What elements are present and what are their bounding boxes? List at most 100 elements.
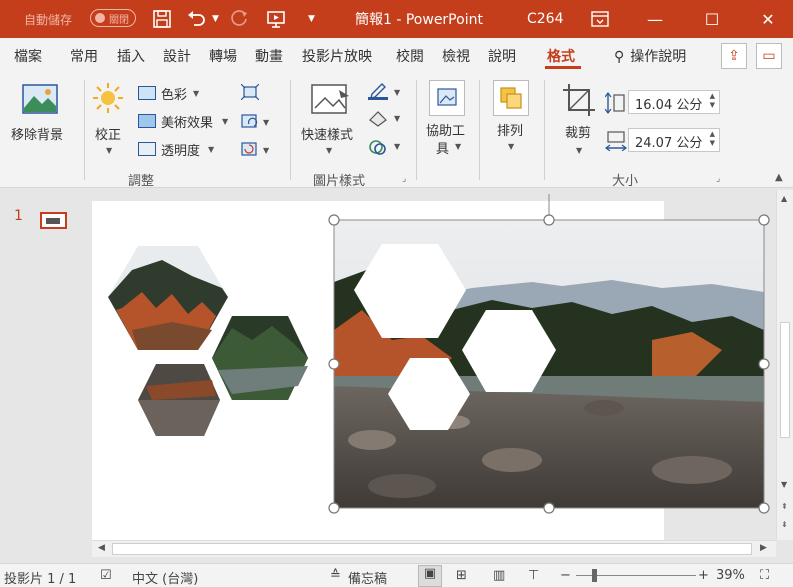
tab-design[interactable]: 設計 <box>163 46 191 66</box>
artistic-effects-button[interactable]: 美術效果 <box>161 112 213 131</box>
present-from-start-icon[interactable] <box>266 0 286 38</box>
width-value: 24.07 公分 <box>635 136 703 151</box>
transparency-icon[interactable] <box>138 142 156 156</box>
next-slide-icon[interactable]: ⇟ <box>781 520 788 529</box>
notes-button[interactable]: 備忘稿 <box>348 568 387 587</box>
vertical-scrollbar[interactable]: ▲ ▼ ⇞ ⇟ <box>776 190 793 540</box>
change-picture-icon[interactable] <box>241 114 259 133</box>
close-button[interactable]: ✕ <box>745 0 791 38</box>
height-input[interactable]: 16.04 公分 ▲ ▼ <box>628 90 720 114</box>
previous-slide-icon[interactable]: ⇞ <box>781 502 788 511</box>
zoom-slider-thumb[interactable] <box>592 569 597 582</box>
comments-button[interactable]: ▭ <box>756 43 782 69</box>
hexagon-photo-top[interactable] <box>108 246 228 350</box>
zoom-in-button[interactable]: + <box>698 568 709 583</box>
horizontal-scrollbar[interactable]: ◀ ▶ <box>92 540 776 557</box>
scroll-down-icon[interactable]: ▼ <box>781 480 787 489</box>
ribbon-display-options-icon[interactable] <box>591 0 609 38</box>
color-dropdown-icon[interactable]: ▼ <box>193 89 199 98</box>
reset-picture-icon[interactable] <box>241 142 259 161</box>
compress-pictures-icon[interactable] <box>240 83 260 103</box>
hexagon-photo-right[interactable] <box>212 316 308 400</box>
thumbnail-preview <box>46 218 60 224</box>
active-tab-indicator <box>545 66 581 69</box>
language-indicator[interactable]: 中文 (台灣) <box>132 568 198 587</box>
tab-transitions[interactable]: 轉場 <box>209 46 237 66</box>
tab-format[interactable]: 格式 <box>547 46 575 66</box>
change-picture-dropdown-icon[interactable]: ▼ <box>263 118 269 127</box>
width-input[interactable]: 24.07 公分 ▲ ▼ <box>628 128 720 152</box>
arrange-dropdown-icon[interactable]: ▼ <box>508 142 514 151</box>
picture-layout-dropdown-icon[interactable]: ▼ <box>394 142 400 151</box>
tab-animations[interactable]: 動畫 <box>255 46 283 66</box>
spelling-icon[interactable]: ☑ <box>100 568 112 583</box>
quick-styles-icon[interactable] <box>311 84 351 119</box>
crop-icon[interactable] <box>561 82 597 121</box>
artistic-effects-dropdown-icon[interactable]: ▼ <box>222 117 228 126</box>
tab-review[interactable]: 校閱 <box>396 46 424 66</box>
color-icon[interactable] <box>138 86 156 100</box>
scroll-right-icon[interactable]: ▶ <box>760 543 767 553</box>
width-spinner-icon[interactable]: ▲ ▼ <box>710 130 715 148</box>
quick-styles-dropdown-icon[interactable]: ▼ <box>326 146 332 155</box>
picture-styles-launcher-icon[interactable]: ⌟ <box>402 174 406 184</box>
slide-thumbnail[interactable] <box>40 212 67 229</box>
picture-layout-icon[interactable] <box>368 138 388 159</box>
collapse-ribbon-icon[interactable]: ▲ <box>775 172 783 183</box>
hexagon-photo-bottom[interactable] <box>138 364 220 436</box>
corrections-dropdown-icon[interactable]: ▼ <box>106 146 112 155</box>
undo-dropdown-icon[interactable]: ▼ <box>212 0 219 38</box>
corrections-button[interactable]: 校正 <box>95 124 121 143</box>
slide-sorter-icon[interactable]: ⊞ <box>456 568 467 583</box>
transparency-dropdown-icon[interactable]: ▼ <box>208 145 214 154</box>
picture-border-icon[interactable] <box>368 82 388 103</box>
customize-qat-icon[interactable]: ▼ <box>308 0 315 38</box>
save-icon[interactable] <box>152 0 172 38</box>
tell-me-search[interactable]: ⚲ 操作說明 <box>614 46 686 66</box>
size-launcher-icon[interactable]: ⌟ <box>716 174 720 184</box>
autosave-toggle[interactable]: 關閉 <box>90 9 136 27</box>
horizontal-scroll-thumb[interactable] <box>112 543 752 555</box>
tab-view[interactable]: 檢視 <box>442 46 470 66</box>
tab-file[interactable]: 檔案 <box>14 46 42 66</box>
remove-background-icon[interactable] <box>22 84 58 117</box>
reset-picture-dropdown-icon[interactable]: ▼ <box>263 146 269 155</box>
corrections-icon[interactable] <box>92 82 124 117</box>
fit-to-window-icon[interactable]: ⛶ <box>760 568 769 583</box>
accessibility-button-line1[interactable]: 協助工 <box>426 120 465 139</box>
scroll-up-icon[interactable]: ▲ <box>781 194 787 203</box>
tab-home[interactable]: 常用 <box>70 46 98 66</box>
share-button[interactable]: ⇪ <box>721 43 747 69</box>
picture-effects-icon[interactable] <box>368 110 388 131</box>
alt-text-icon[interactable] <box>429 80 465 116</box>
landscape-photo[interactable] <box>334 220 764 508</box>
transparency-button[interactable]: 透明度 <box>161 140 200 159</box>
maximize-button[interactable]: ☐ <box>689 0 735 38</box>
undo-icon[interactable] <box>186 0 208 38</box>
picture-border-dropdown-icon[interactable]: ▼ <box>394 88 400 97</box>
zoom-out-button[interactable]: − <box>560 568 571 583</box>
tab-insert[interactable]: 插入 <box>117 46 145 66</box>
redo-icon[interactable] <box>230 0 250 38</box>
quick-styles-button[interactable]: 快速樣式 <box>301 124 353 143</box>
remove-background-button[interactable]: 移除背景 <box>11 124 63 143</box>
color-button[interactable]: 色彩 <box>161 84 187 103</box>
slideshow-view-icon[interactable]: ⊤ <box>528 568 539 583</box>
vertical-scroll-thumb[interactable] <box>780 322 790 438</box>
scroll-left-icon[interactable]: ◀ <box>98 543 105 553</box>
tab-slideshow[interactable]: 投影片放映 <box>302 46 372 66</box>
crop-dropdown-icon[interactable]: ▼ <box>576 146 582 155</box>
accessibility-button-line2[interactable]: 具 <box>436 138 449 157</box>
height-spinner-icon[interactable]: ▲ ▼ <box>710 92 715 110</box>
minimize-button[interactable]: — <box>632 0 678 38</box>
normal-view-icon[interactable]: ▣ <box>418 565 442 587</box>
arrange-button[interactable]: 排列 <box>497 120 523 139</box>
accessibility-dropdown-icon[interactable]: ▼ <box>455 142 461 151</box>
artistic-effects-icon[interactable] <box>138 114 156 128</box>
tab-help[interactable]: 說明 <box>488 46 516 66</box>
picture-effects-dropdown-icon[interactable]: ▼ <box>394 114 400 123</box>
zoom-level[interactable]: 39% <box>716 568 745 583</box>
arrange-icon[interactable] <box>493 80 529 116</box>
reading-view-icon[interactable]: ▥ <box>493 568 505 583</box>
crop-button[interactable]: 裁剪 <box>565 122 591 141</box>
